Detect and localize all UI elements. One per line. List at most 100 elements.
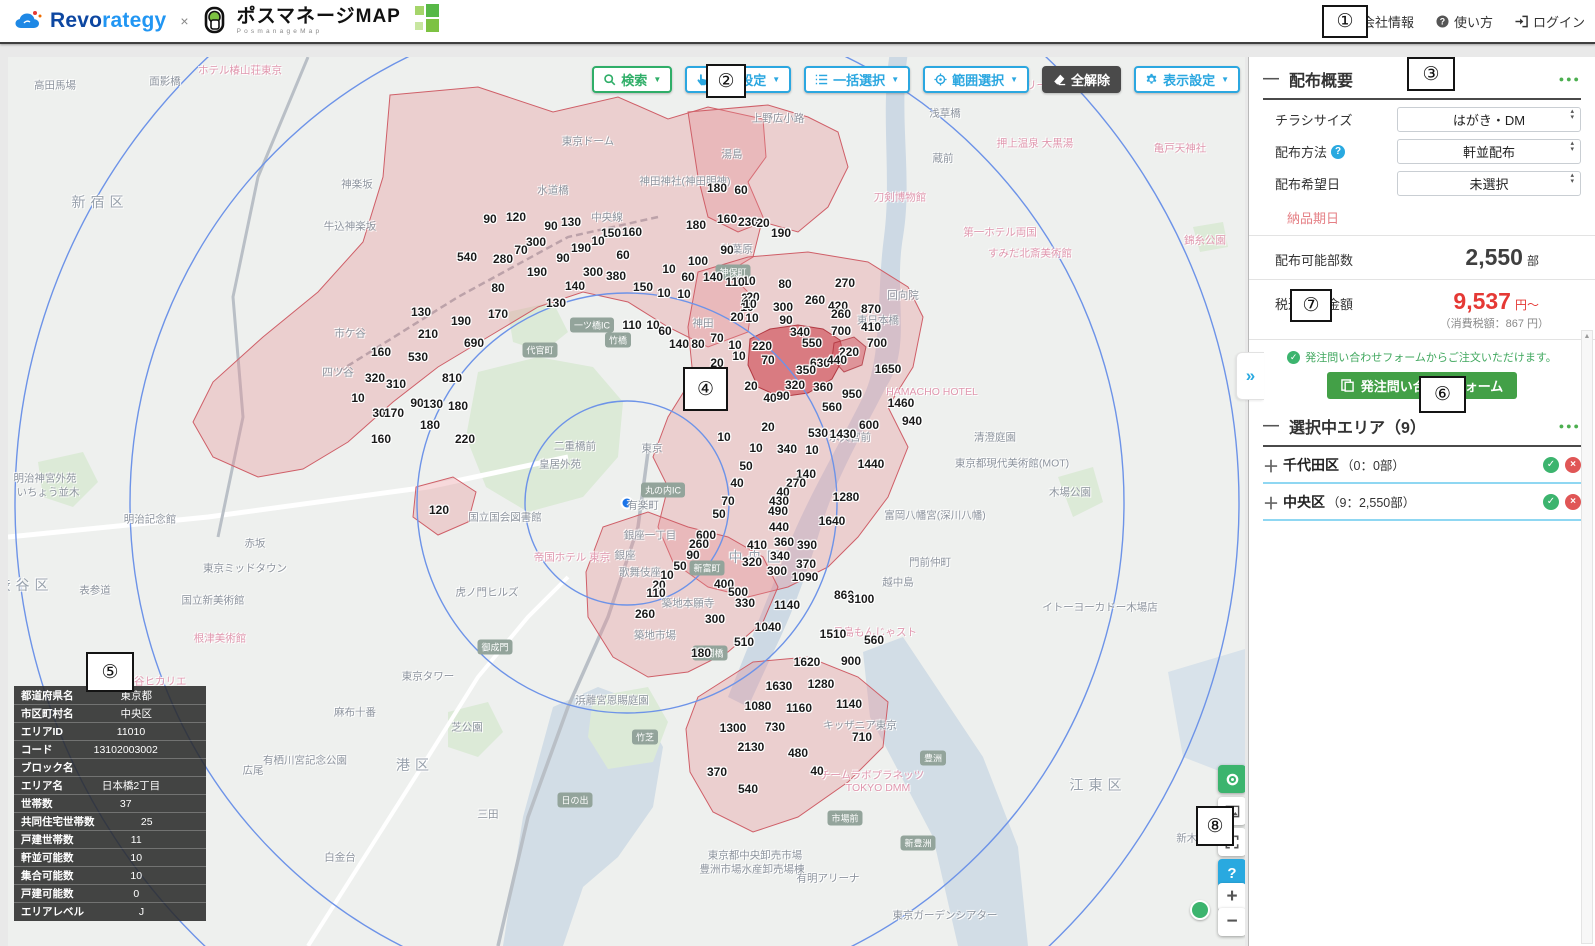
selected-menu-icon[interactable]: ●●● bbox=[1559, 421, 1581, 431]
scroll-up-icon[interactable]: ▲ bbox=[1582, 331, 1592, 340]
chevrons-right-icon: » bbox=[1246, 366, 1255, 386]
area-count-label: 130 bbox=[546, 296, 566, 310]
copies-label: 配布可能部数 bbox=[1275, 250, 1353, 269]
area-count-label: 440 bbox=[827, 353, 847, 367]
area-count-label: 90 bbox=[556, 251, 569, 265]
confirm-area-icon[interactable]: ✓ bbox=[1543, 457, 1559, 473]
map-canvas[interactable]: 検索▼選択設定▼一括選択▼範囲選択▼全解除表示設定▼ 都道府県名東京都市区町村名… bbox=[8, 57, 1245, 946]
overview-menu-icon[interactable]: ●●● bbox=[1559, 74, 1581, 84]
annotation-marker-④: ④ bbox=[683, 367, 728, 411]
area-count-label: 10 bbox=[662, 262, 675, 276]
collapse-section-icon[interactable]: — bbox=[1263, 417, 1279, 435]
question-circle-icon: ? bbox=[1436, 15, 1449, 28]
area-count-label: 40 bbox=[763, 391, 776, 405]
collapse-section-icon[interactable]: — bbox=[1263, 70, 1279, 88]
map-place-label: 築地市場 bbox=[634, 628, 676, 643]
area-count-label: 10 bbox=[743, 297, 756, 311]
map-place-label: 豊洲 bbox=[920, 751, 946, 766]
area-count-label: 90 bbox=[776, 389, 789, 403]
map-place-label: 銀座 bbox=[615, 548, 636, 563]
confirm-area-icon[interactable]: ✓ bbox=[1543, 494, 1559, 510]
map-place-label: 麻布十番 bbox=[334, 705, 376, 720]
info-panel-row: 市区町村名中央区 bbox=[14, 705, 206, 723]
info-panel-row: エリア名日本橋2丁目 bbox=[14, 777, 206, 795]
area-count-label: 530 bbox=[808, 426, 828, 440]
zoom-in-button[interactable]: + bbox=[1218, 883, 1245, 911]
area-count-label: 2130 bbox=[738, 740, 765, 754]
selected-area-row[interactable]: ＋千代田区（0：0部）✓× bbox=[1263, 447, 1581, 484]
header-link-how-to-use[interactable]: ?使い方 bbox=[1436, 12, 1493, 31]
area-count-label: 950 bbox=[842, 387, 862, 401]
area-count-label: 90 bbox=[410, 396, 423, 410]
map-place-label: 浅草橋 bbox=[929, 106, 961, 121]
area-count-label: 130 bbox=[423, 397, 443, 411]
select-arrows-icon: ▴▾ bbox=[1570, 141, 1574, 152]
header-link-login[interactable]: ログイン bbox=[1515, 12, 1585, 31]
select-0[interactable]: はがき・DM▴▾ bbox=[1397, 107, 1581, 132]
area-count-label: 940 bbox=[902, 414, 922, 428]
select-2[interactable]: 未選択▴▾ bbox=[1397, 171, 1581, 196]
area-count-label: 300 bbox=[705, 612, 725, 626]
area-count-label: 700 bbox=[867, 336, 887, 350]
map-place-label: 東京ガーデンシアター bbox=[893, 908, 998, 923]
area-count-label: 1460 bbox=[888, 396, 915, 410]
area-count-label: 1140 bbox=[774, 598, 800, 612]
map-place-label: 有楽町 bbox=[627, 498, 659, 513]
info-panel-row: 世帯数37 bbox=[14, 795, 206, 813]
zoom-out-button[interactable]: − bbox=[1218, 908, 1245, 936]
layers-button[interactable] bbox=[1218, 765, 1245, 793]
map-place-label: 明治神宮外苑 bbox=[14, 471, 77, 486]
area-count-label: 20 bbox=[761, 420, 774, 434]
chevron-down-icon: ▼ bbox=[653, 75, 661, 84]
area-count-label: 80 bbox=[778, 277, 791, 291]
map-place-label: 清澄庭園 bbox=[974, 430, 1016, 445]
map-place-label: 回向院 bbox=[887, 288, 919, 303]
area-count-label: 160 bbox=[371, 432, 391, 446]
range-select-button[interactable]: 範囲選択▼ bbox=[923, 66, 1029, 93]
area-count-label: 1040 bbox=[755, 620, 782, 634]
map-place-label: 神楽坂 bbox=[341, 177, 373, 192]
area-count-label: 10 bbox=[351, 391, 364, 405]
area-count-label: 700 bbox=[831, 324, 851, 338]
map-place-label: 刀剣博物館 bbox=[874, 190, 927, 205]
map-place-label: 一ツ橋IC bbox=[570, 318, 614, 333]
area-count-label: 110 bbox=[646, 586, 665, 600]
select-1[interactable]: 軒並配布▴▾ bbox=[1397, 139, 1581, 164]
area-count-label: 510 bbox=[734, 635, 754, 649]
clear-all-button[interactable]: 全解除 bbox=[1042, 66, 1121, 93]
area-count-label: 600 bbox=[859, 418, 879, 432]
search-button[interactable]: 検索▼ bbox=[592, 66, 672, 93]
sidebar-collapse-button[interactable]: » bbox=[1236, 352, 1264, 400]
map-place-label: 東京ミッドタウン bbox=[203, 561, 287, 576]
map-place-label: ホテル椿山荘東京 bbox=[198, 63, 282, 78]
area-count-label: 10 bbox=[749, 441, 762, 455]
selected-area-row[interactable]: ＋中央区（9：2,550部）✓× bbox=[1263, 484, 1581, 521]
area-count-label: 300 bbox=[583, 265, 603, 279]
expand-icon[interactable]: ＋ bbox=[1263, 490, 1283, 514]
area-count-label: 120 bbox=[506, 210, 526, 224]
area-count-label: 320 bbox=[365, 371, 385, 385]
select-arrows-icon: ▴▾ bbox=[1570, 173, 1574, 184]
copies-unit: 部 bbox=[1527, 252, 1539, 269]
remove-area-icon[interactable]: × bbox=[1565, 494, 1581, 510]
area-count-label: 360 bbox=[774, 535, 794, 549]
map-place-label: 築地本願寺 bbox=[662, 596, 715, 611]
expand-icon[interactable]: ＋ bbox=[1263, 453, 1283, 477]
map-place-label: 赤坂 bbox=[245, 536, 266, 551]
info-panel-row: エリアレベルJ bbox=[14, 903, 206, 920]
eraser-icon bbox=[1053, 73, 1066, 86]
area-count-label: 300 bbox=[526, 235, 546, 249]
area-count-label: 340 bbox=[777, 442, 797, 456]
help-icon[interactable]: ? bbox=[1331, 145, 1345, 159]
map-place-label: 第一ホテル両国 bbox=[963, 225, 1037, 240]
sidebar-scrollbar[interactable]: ▲ bbox=[1581, 330, 1593, 944]
display-settings-button[interactable]: 表示設定▼ bbox=[1134, 66, 1240, 93]
bulk-select-button[interactable]: 一括選択▼ bbox=[804, 66, 910, 93]
area-count-label: 70 bbox=[710, 331, 723, 345]
area-count-label: 60 bbox=[681, 270, 694, 284]
remove-area-icon[interactable]: × bbox=[1565, 457, 1581, 473]
area-count-label: 10 bbox=[591, 234, 604, 248]
map-place-label: 東京 bbox=[642, 441, 663, 456]
map-place-label: 牛込神楽坂 bbox=[324, 219, 377, 234]
area-count-label: 540 bbox=[738, 782, 758, 796]
